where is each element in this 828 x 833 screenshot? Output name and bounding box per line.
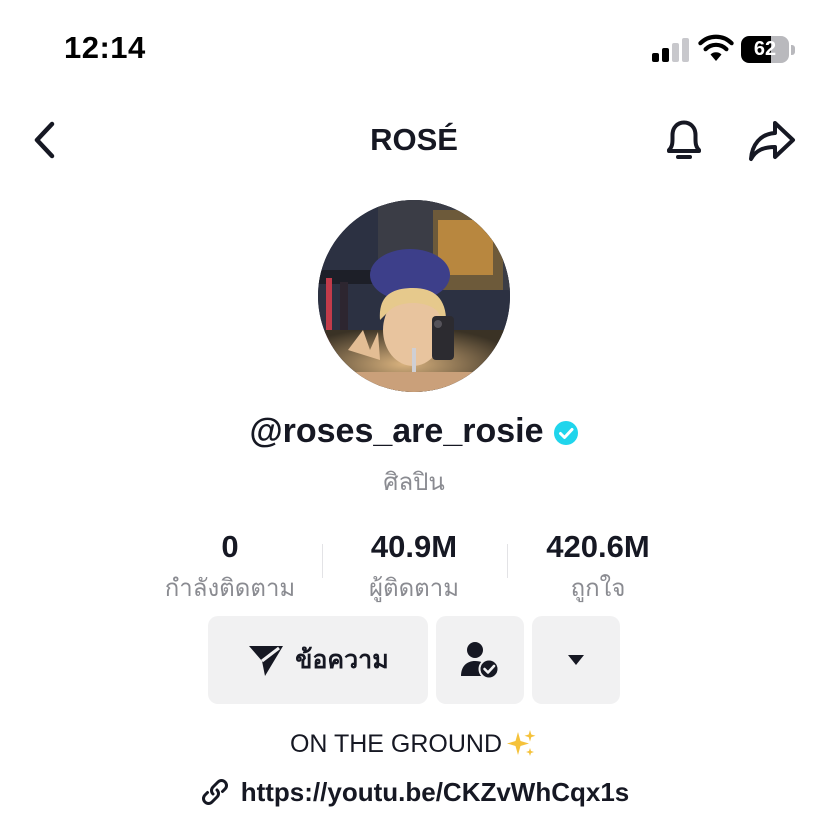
battery-level: 62 <box>753 38 777 60</box>
stat-label: ถูกใจ <box>570 575 626 602</box>
status-time: 12:14 <box>64 30 146 65</box>
username: @roses_are_rosie <box>249 412 544 450</box>
profile-avatar[interactable] <box>318 200 510 392</box>
bio-text: ON THE GROUND <box>289 729 503 758</box>
status-bar: 12:14 62 <box>0 0 828 100</box>
user-check-icon <box>461 642 500 680</box>
bell-icon <box>667 120 701 159</box>
message-button[interactable]: ข้อความ <box>208 616 428 704</box>
share-arrow-icon <box>749 121 795 161</box>
bio-link-text: https://youtu.be/CKZvWhCqx1s <box>240 776 630 807</box>
bio-row: ON THE GROUND <box>0 728 828 760</box>
stat-likes[interactable]: 420.6M ถูกใจ <box>498 528 698 607</box>
message-button-label: ข้อความ <box>295 646 389 674</box>
stat-following[interactable]: 0 กำลังติดตาม <box>130 528 330 607</box>
sparkles-icon <box>507 730 536 756</box>
suggested-accounts-button[interactable] <box>532 616 620 704</box>
verified-badge-icon <box>553 420 578 445</box>
battery-nub <box>791 45 795 55</box>
battery-icon: 62 <box>741 36 789 63</box>
stat-label: กำลังติดตาม <box>164 575 296 602</box>
wifi-icon <box>698 34 734 61</box>
following-status-button[interactable] <box>436 616 524 704</box>
bio-link[interactable]: https://youtu.be/CKZvWhCqx1s <box>0 776 828 808</box>
send-icon <box>249 646 284 676</box>
username-row: @roses_are_rosie <box>0 412 828 451</box>
share-button[interactable] <box>746 114 798 166</box>
avatar-photo <box>318 200 510 392</box>
stat-label: ผู้ติดตาม <box>368 575 460 602</box>
stat-value: 0 <box>221 529 239 564</box>
link-icon <box>201 779 228 805</box>
stat-value: 420.6M <box>546 529 650 564</box>
cellular-signal-icon <box>652 38 690 62</box>
notification-bell-button[interactable] <box>660 114 708 166</box>
stat-followers[interactable]: 40.9M ผู้ติดตาม <box>314 528 514 607</box>
stat-value: 40.9M <box>370 529 458 564</box>
profile-stats: 0 กำลังติดตาม 40.9M ผู้ติดตาม 420.6M ถูก… <box>0 528 828 608</box>
profile-category: ศิลปิน <box>383 469 445 496</box>
caret-down-icon <box>568 655 584 665</box>
